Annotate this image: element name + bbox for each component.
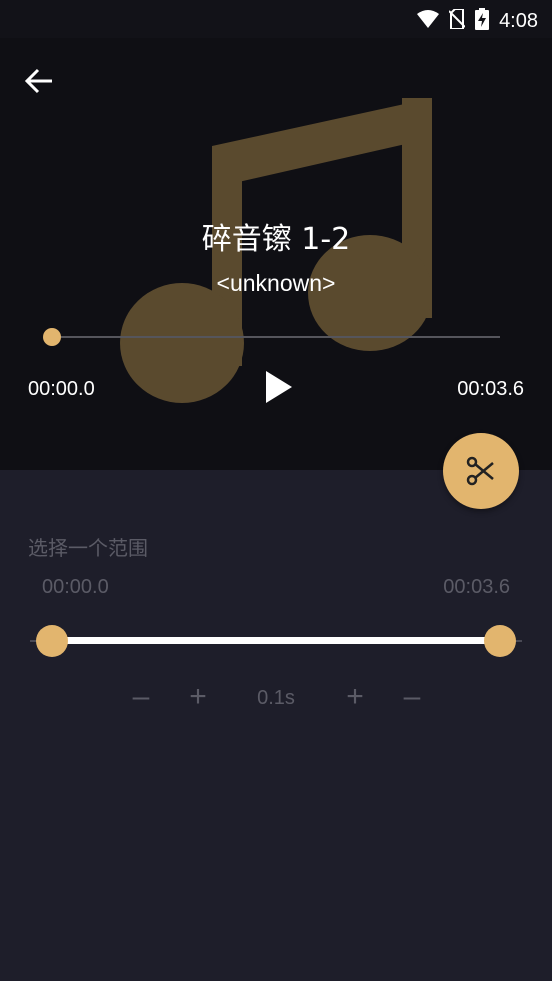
total-time: 00:03.6 — [457, 378, 524, 400]
play-button[interactable] — [264, 370, 294, 404]
back-button[interactable] — [24, 66, 64, 98]
start-plus-button[interactable]: + — [184, 680, 212, 714]
cut-button[interactable] — [443, 433, 519, 509]
scissors-icon — [466, 456, 494, 486]
no-sim-icon — [448, 8, 466, 34]
range-end-time: 00:03.6 — [443, 576, 510, 598]
current-time: 00:00.0 — [28, 378, 95, 400]
step-controls: – + 0.1s + – — [0, 680, 552, 714]
range-start-thumb[interactable] — [36, 625, 68, 657]
battery-charging-icon — [475, 8, 490, 35]
track-title: 碎音镲 1-2 — [201, 222, 351, 257]
playback-progress-thumb[interactable] — [43, 328, 61, 346]
playback-progress-track[interactable] — [52, 336, 500, 338]
range-selected-fill — [52, 637, 500, 644]
status-bar: 4:08 — [0, 0, 552, 38]
track-artist: <unknown> — [216, 270, 336, 296]
arrow-left-icon — [24, 68, 52, 94]
step-value: 0.1s — [257, 687, 295, 709]
play-icon — [266, 371, 292, 403]
status-icons: 4:08 — [417, 8, 538, 35]
end-plus-button[interactable]: + — [341, 680, 369, 714]
wifi-icon — [417, 10, 440, 33]
range-start-time: 00:00.0 — [42, 576, 109, 598]
range-end-thumb[interactable] — [484, 625, 516, 657]
status-time: 4:08 — [499, 10, 538, 32]
range-label: 选择一个范围 — [28, 536, 148, 560]
start-minus-button[interactable]: – — [127, 680, 155, 714]
end-minus-button[interactable]: – — [398, 680, 426, 714]
player-panel: 碎音镲 1-2 <unknown> 00:00.0 00:03.6 — [0, 38, 552, 470]
